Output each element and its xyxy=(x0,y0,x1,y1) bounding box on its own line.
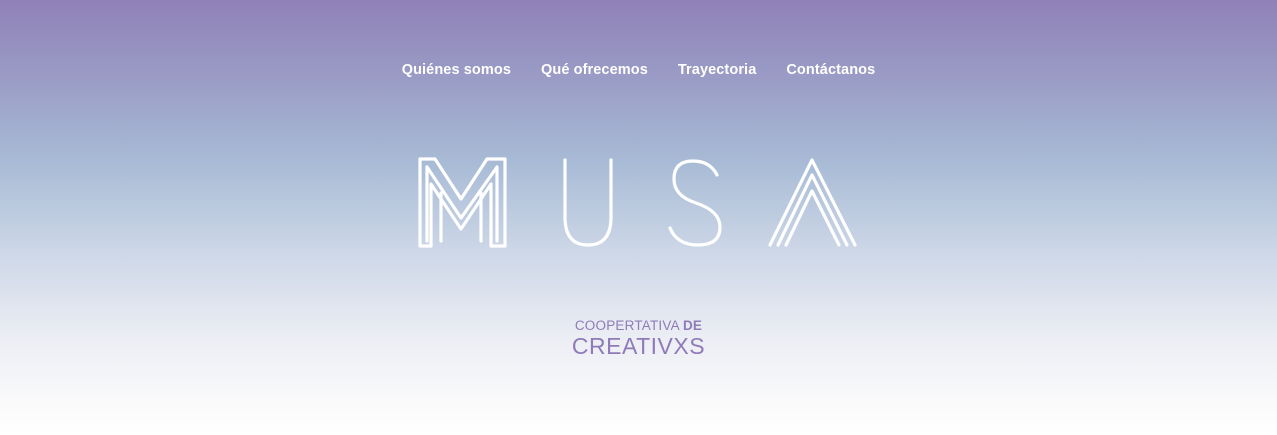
nav-link-trayectoria[interactable]: Trayectoria xyxy=(678,62,756,78)
logo-letter-u xyxy=(563,158,613,247)
nav-link-quienes-somos[interactable]: Quiénes somos xyxy=(402,62,511,78)
musa-logo xyxy=(415,155,865,250)
main-nav: Quiénes somos Qué ofrecemos Trayectoria … xyxy=(0,62,1277,78)
tagline-bold: DE xyxy=(682,318,703,333)
tagline-line2: CREATIVXS xyxy=(571,333,706,359)
hero-section: Quiénes somos Qué ofrecemos Trayectoria … xyxy=(0,0,1277,435)
tagline-line1: COOPERTATIVA DE xyxy=(0,318,1277,333)
musa-logo-mark xyxy=(418,157,857,248)
logo-letter-s xyxy=(668,159,722,247)
nav-link-contactanos[interactable]: Contáctanos xyxy=(786,62,875,78)
tagline: COOPERTATIVA DE CREATIVXS xyxy=(0,318,1277,359)
tagline-prefix: COOPERTATIVA xyxy=(574,318,680,333)
nav-link-que-ofrecemos[interactable]: Qué ofrecemos xyxy=(541,62,648,78)
